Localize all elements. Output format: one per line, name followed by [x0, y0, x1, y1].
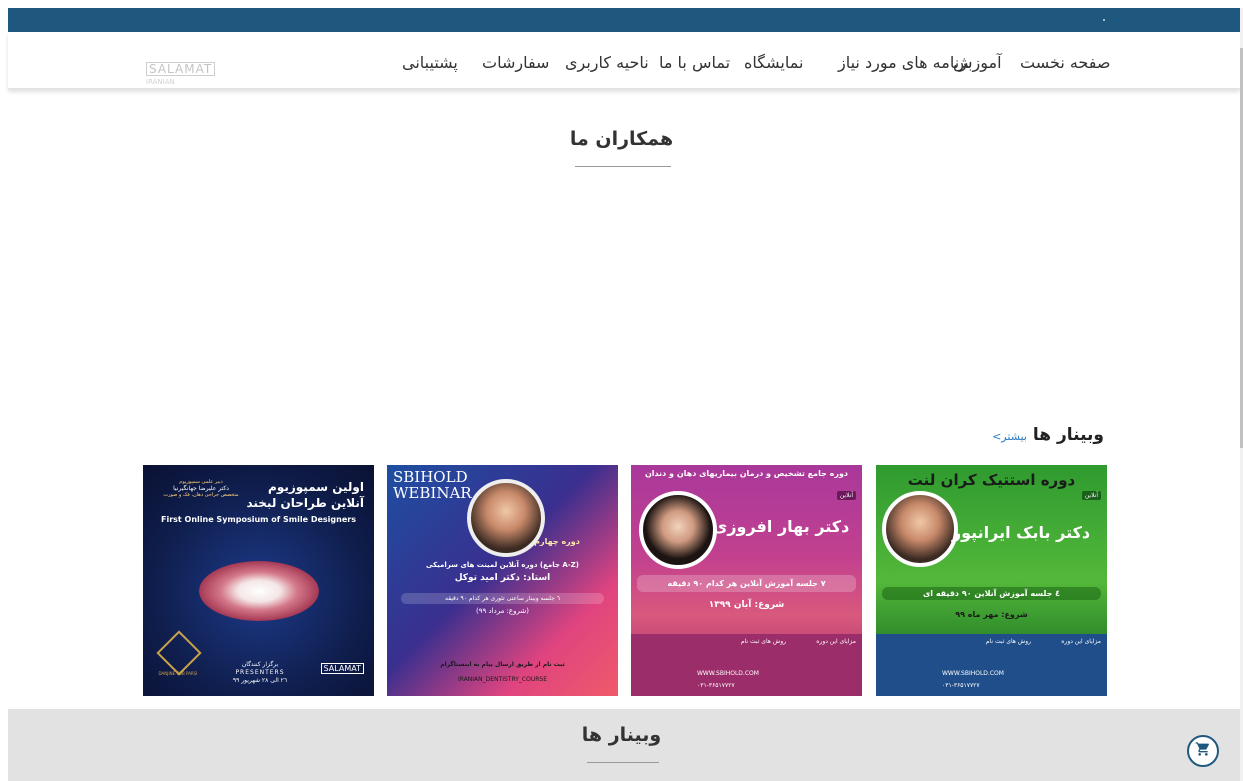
card-top-sub: متخصص جراحی دهان، فک و صورت: [163, 492, 239, 498]
webinar-card-symposium[interactable]: دبیر علمی سمپوزیوم دکتر علیرضا جهانگیرنی…: [143, 465, 374, 696]
webinar-card-crown-lent[interactable]: دوره استتیک کران لنت آنلاین دکتر بابک ای…: [876, 465, 1107, 696]
nav-item-home[interactable]: صفحه نخست: [1020, 53, 1110, 72]
card-website: WWW.SBIHOLD.COM: [942, 670, 1004, 677]
card-benefits-label: مزایای این دوره: [816, 638, 856, 645]
card-sessions: ٦ جلسه وبینار ساعتی تئوری هر کدام ٩٠ دقی…: [401, 593, 604, 604]
nav-item-exhibition[interactable]: نمایشگاه: [744, 53, 803, 72]
partners-title: همکاران ما: [569, 128, 674, 150]
card-dates: ٢٦ الی ٢٨ شهریور ٩٩: [232, 677, 288, 684]
card-brand-line1: SBIHOLD: [393, 468, 468, 486]
card-register-label: روش های ثبت نام: [985, 638, 1031, 645]
card-phone: ۰۳۱-۳۶۵۱۷۷۲۷: [942, 682, 980, 689]
card-instagram: IRANIAN_DENTISTRY_COURSE: [458, 676, 547, 683]
card-doctor: دکتر بهار افروزی: [712, 517, 850, 536]
cart-button[interactable]: [1187, 735, 1219, 767]
webinar-more-link[interactable]: بیشتر>: [992, 430, 1027, 443]
card-start-date: (شروع: مرداد ٩٩): [476, 607, 529, 615]
nav-item-orders[interactable]: سفارشات: [482, 53, 549, 72]
top-bar-dot: [1103, 19, 1105, 21]
webinar-heading: وبینار ها: [1032, 425, 1104, 445]
card-brand-left: DANJINE TOB PARSI: [158, 671, 198, 676]
card-website: WWW.SBIHOLD.COM: [697, 670, 759, 677]
card-doctor: استاد: دکتر امید توکل: [454, 573, 551, 583]
webinar-card-oral-diagnosis[interactable]: دوره جامع تشخیص و درمان بیماریهای دهان و…: [631, 465, 862, 696]
card-info-bar: مزایای این دوره روش های ثبت نام WWW.SBIH…: [876, 634, 1107, 696]
card-english-title: First Online Symposium of Smile Designer…: [161, 515, 356, 524]
card-info-bar: مزایای این دوره روش های ثبت نام WWW.SBIH…: [631, 634, 862, 696]
card-title-line1: اولین سمپوزیوم: [268, 480, 364, 494]
card-sessions: ٧ جلسه آموزش آنلاین هر کدام ٩٠ دقیقه: [637, 575, 856, 592]
webinars-section-title: وبینار ها: [581, 724, 662, 746]
main-navbar: SALAMAT IRANIAN صفحه نخست آموزش برنامه ه…: [8, 32, 1240, 89]
nav-item-support[interactable]: پشتیبانی: [402, 53, 458, 72]
top-bar: [8, 8, 1240, 32]
card-phone: ۰۳۱-۳۶۵۱۷۷۲۷: [697, 682, 735, 689]
card-title: دوره جامع تشخیص و درمان بیماریهای دهان و…: [644, 469, 849, 478]
logo-subtext: IRANIAN: [146, 78, 175, 86]
nav-item-user-area[interactable]: ناحیه کاربری: [565, 53, 649, 72]
card-logo: SALAMAT: [320, 663, 364, 674]
logo-text: SALAMAT: [146, 62, 216, 76]
nav-item-required-programs[interactable]: برنامه های مورد نیاز: [838, 53, 972, 72]
card-title-line2: آنلاین طراحان لبخند: [246, 496, 364, 510]
presenter-logo: [156, 630, 202, 676]
nav-item-contact[interactable]: تماس با ما: [659, 53, 730, 72]
card-top-name: دکتر علیرضا جهانگیرنیا: [173, 485, 229, 492]
card-presenters-fa: برگزار کنندگان: [241, 661, 279, 668]
webinars-title-divider: [587, 762, 659, 763]
webinar-heading-row: وبینار ها بیشتر>: [992, 425, 1104, 445]
webinar-card-laminate[interactable]: SBIHOLD WEBINAR دوره چهارم دوره آنلاین ل…: [387, 465, 618, 696]
card-ribbon: دوره چهارم: [534, 537, 580, 546]
site-logo[interactable]: SALAMAT IRANIAN: [146, 58, 226, 86]
smile-image: [199, 561, 319, 621]
card-doctor: دکتر بابک ایرانپور: [951, 523, 1091, 542]
card-start-date: شروع: آبان ١٣٩٩: [708, 600, 785, 610]
card-brand-line2: WEBINAR: [393, 484, 472, 502]
card-presenters: PRESENTERS: [235, 669, 285, 676]
partners-title-divider: [575, 166, 671, 167]
card-badge: آنلاین: [836, 491, 856, 500]
card-course: دوره آنلاین لمینت های سرامیکی (جامع A-Z): [426, 561, 579, 569]
card-title: دوره استتیک کران لنت: [907, 471, 1076, 489]
card-start-date: شروع: مهر ماه ٩٩: [955, 610, 1028, 619]
card-badge: آنلاین: [1081, 491, 1101, 500]
card-footer: ثبت نام از طریق ارسال پیام به اینستاگرام: [440, 661, 565, 668]
cart-icon: [1195, 741, 1211, 761]
card-sessions: ٤ جلسه آموزش آنلاین ٩٠ دقیقه ای: [882, 587, 1101, 600]
card-register-label: روش های ثبت نام: [740, 638, 786, 645]
card-benefits-label: مزایای این دوره: [1061, 638, 1101, 645]
